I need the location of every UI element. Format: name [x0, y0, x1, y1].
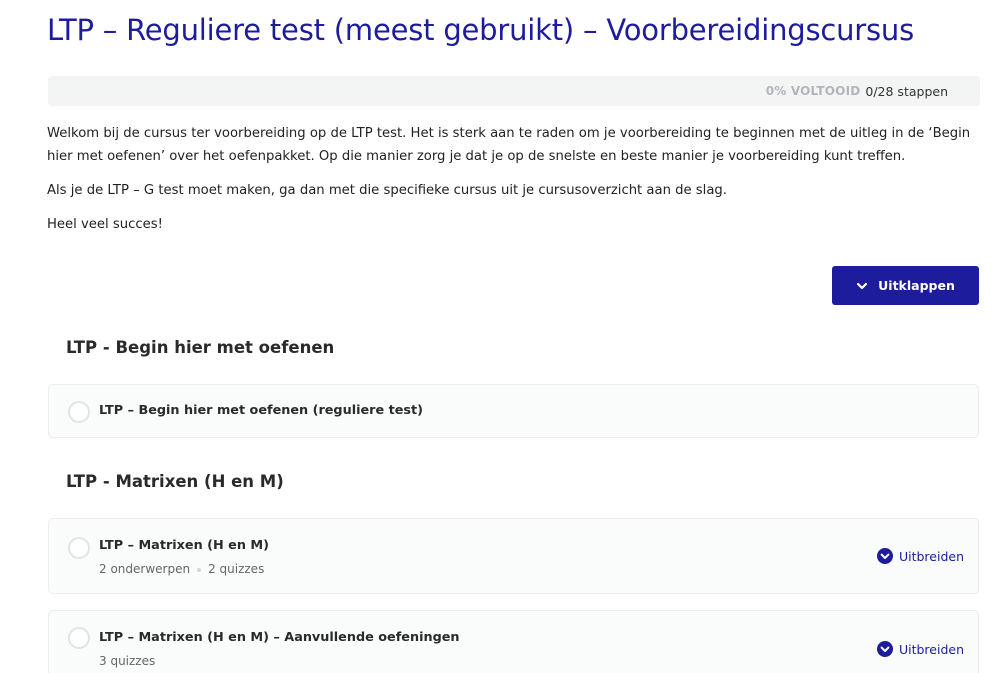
lesson-meta: 2 onderwerpen 2 quizzes — [99, 562, 264, 576]
lesson-meta: 3 quizzes — [99, 654, 155, 668]
course-intro: Welkom bij de cursus ter voorbereiding o… — [47, 122, 982, 247]
progress-percent: 0% VOLTOOID — [765, 84, 861, 98]
expand-lesson-label: Uitbreiden — [898, 641, 964, 657]
lesson-title[interactable]: LTP – Begin hier met oefenen (reguliere … — [99, 403, 423, 418]
intro-paragraph: Heel veel succes! — [47, 217, 163, 232]
intro-paragraph: Als je de LTP – G test moet maken, ga da… — [47, 183, 727, 198]
expand-lesson-button[interactable]: Uitbreiden — [876, 548, 964, 564]
progress-steps: 0/28 stappen — [865, 83, 948, 99]
expand-lesson-label: Uitbreiden — [898, 548, 964, 564]
chevron-down-circle-icon — [876, 641, 893, 657]
topic-count: 2 onderwerpen — [99, 562, 191, 576]
chevron-down-icon — [857, 282, 868, 289]
course-progress-bar: 0% VOLTOOID 0/28 stappen — [48, 76, 980, 106]
intro-paragraph: Welkom bij de cursus ter voorbereiding o… — [47, 126, 971, 164]
expand-all-label: Uitklappen — [878, 278, 955, 293]
chevron-down-circle-icon — [876, 548, 893, 564]
lesson-item[interactable]: LTP – Begin hier met oefenen (reguliere … — [48, 384, 979, 438]
page-title: LTP – Reguliere test (meest gebruikt) – … — [47, 13, 915, 47]
lesson-item[interactable]: LTP – Matrixen (H en M) 2 onderwerpen 2 q… — [48, 518, 979, 594]
lesson-item[interactable]: LTP – Matrixen (H en M) – Aanvullende oe… — [48, 610, 979, 673]
quiz-count: 2 quizzes — [208, 562, 265, 576]
expand-lesson-button[interactable]: Uitbreiden — [876, 641, 964, 657]
section-heading: LTP - Begin hier met oefenen — [66, 338, 335, 357]
lesson-status-circle-icon — [68, 537, 90, 559]
meta-separator — [197, 567, 202, 572]
lesson-status-circle-icon — [68, 627, 90, 649]
expand-all-button[interactable]: Uitklappen — [832, 266, 979, 305]
lesson-title[interactable]: LTP – Matrixen (H en M) — [99, 538, 269, 553]
quiz-count: 3 quizzes — [99, 654, 156, 668]
lesson-title[interactable]: LTP – Matrixen (H en M) – Aanvullende oe… — [99, 630, 460, 645]
lesson-status-circle-icon — [68, 401, 90, 423]
section-heading: LTP - Matrixen (H en M) — [66, 472, 284, 491]
